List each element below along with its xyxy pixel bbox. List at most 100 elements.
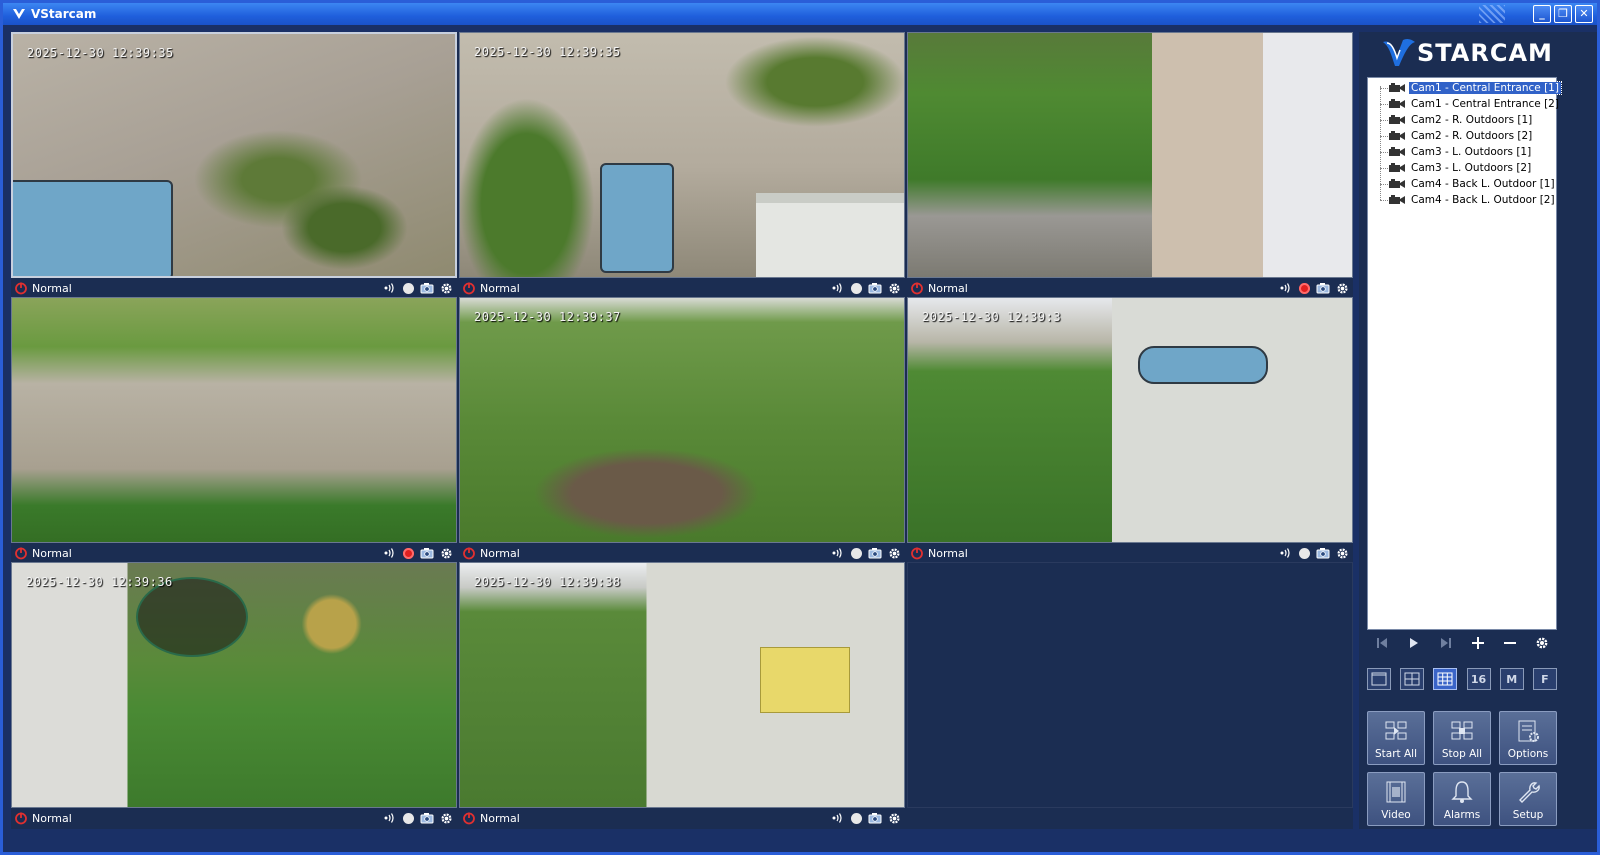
tree-item-cam3-2[interactable]: Cam3 - L. Outdoors [2] — [1380, 160, 1533, 176]
stop-all-button[interactable]: Stop All — [1433, 711, 1491, 765]
start-all-button[interactable]: Start All — [1367, 711, 1425, 765]
vstarcam-v-icon — [1383, 38, 1415, 66]
record-button[interactable] — [1297, 546, 1311, 560]
snapshot-icon[interactable] — [420, 546, 434, 560]
video-cell[interactable]: 2025-12-30 12:39:37 Normal — [459, 297, 905, 562]
gear-icon[interactable] — [439, 281, 453, 295]
record-button[interactable] — [401, 811, 415, 825]
video-feed[interactable]: 2025-12-30 12:39:3 — [907, 297, 1353, 543]
title-bar[interactable]: VStarcam _ ❐ ✕ — [3, 3, 1597, 25]
tree-item-cam3-1[interactable]: Cam3 - L. Outdoors [1] — [1380, 144, 1533, 160]
video-feed[interactable]: 2025-12-30 12:39:37 — [459, 297, 905, 543]
timestamp-overlay: 2025-12-30 12:39:37 — [474, 310, 621, 324]
video-cell[interactable]: Normal — [907, 32, 1353, 297]
audio-icon[interactable] — [830, 546, 844, 560]
tree-item-cam4-2[interactable]: Cam4 - Back L. Outdoor [2] — [1380, 192, 1557, 208]
video-cell[interactable]: Normal — [11, 297, 457, 562]
tree-item-cam1-2[interactable]: Cam1 - Central Entrance [2] — [1380, 96, 1561, 112]
gear-icon[interactable] — [1335, 281, 1349, 295]
gear-icon[interactable] — [439, 811, 453, 825]
audio-icon[interactable] — [382, 811, 396, 825]
gear-icon[interactable] — [887, 281, 901, 295]
record-button[interactable] — [1297, 281, 1311, 295]
gear-icon[interactable] — [887, 546, 901, 560]
video-cell[interactable]: 2025-12-30 12:39:35 Normal — [11, 32, 457, 297]
tree-item-cam2-2[interactable]: Cam2 - R. Outdoors [2] — [1380, 128, 1534, 144]
tree-item-cam4-1[interactable]: Cam4 - Back L. Outdoor [1] — [1380, 176, 1557, 192]
power-icon[interactable] — [14, 546, 28, 560]
add-icon[interactable] — [1469, 634, 1487, 652]
snapshot-icon[interactable] — [420, 811, 434, 825]
snapshot-icon[interactable] — [420, 281, 434, 295]
first-icon[interactable] — [1373, 634, 1391, 652]
video-cell[interactable]: 2025-12-30 12:39:35 Normal — [459, 32, 905, 297]
gear-icon[interactable] — [439, 546, 453, 560]
power-icon[interactable] — [14, 811, 28, 825]
audio-icon[interactable] — [382, 281, 396, 295]
tree-item-cam2-1[interactable]: Cam2 - R. Outdoors [1] — [1380, 112, 1534, 128]
last-icon[interactable] — [1437, 634, 1455, 652]
power-icon[interactable] — [462, 811, 476, 825]
power-icon[interactable] — [14, 281, 28, 295]
layout-4-button[interactable] — [1400, 668, 1425, 690]
video-cell[interactable]: 2025-12-30 12:39:38 Normal — [459, 562, 905, 827]
video-feed[interactable]: 2025-12-30 12:39:35 — [459, 32, 905, 278]
gear-icon[interactable] — [887, 811, 901, 825]
camera-icon — [1389, 147, 1405, 156]
video-feed[interactable] — [11, 297, 457, 543]
record-button[interactable] — [401, 281, 415, 295]
snapshot-icon[interactable] — [868, 281, 882, 295]
snapshot-icon[interactable] — [868, 811, 882, 825]
power-icon[interactable] — [910, 281, 924, 295]
power-icon[interactable] — [910, 546, 924, 560]
camera-tree[interactable]: Cam1 - Central Entrance [1] Cam1 - Centr… — [1367, 77, 1562, 630]
start-all-icon — [1385, 721, 1407, 740]
record-button[interactable] — [849, 811, 863, 825]
video-cell[interactable]: 2025-12-30 12:39:3 Normal — [907, 297, 1353, 562]
remove-icon[interactable] — [1501, 634, 1519, 652]
video-feed-empty[interactable] — [907, 562, 1353, 808]
vstarcam-logo-icon — [11, 6, 27, 22]
video-feed[interactable]: 2025-12-30 12:39:36 — [11, 562, 457, 808]
layout-m-button[interactable]: M — [1499, 668, 1524, 690]
snapshot-icon[interactable] — [1316, 281, 1330, 295]
audio-icon[interactable] — [830, 811, 844, 825]
restore-button[interactable]: ❐ — [1554, 5, 1572, 23]
camera-icon — [1389, 179, 1405, 188]
video-cell[interactable]: 2025-12-30 12:39:36 Normal — [11, 562, 457, 827]
play-icon[interactable] — [1405, 634, 1423, 652]
options-button[interactable]: Options — [1499, 711, 1557, 765]
record-button[interactable] — [849, 546, 863, 560]
layout-1-button[interactable] — [1367, 668, 1391, 690]
setup-button[interactable]: Setup — [1499, 772, 1557, 826]
right-panel: STARCAM Cam1 - Central Entrance [1] Cam1… — [1359, 32, 1597, 829]
audio-icon[interactable] — [1278, 281, 1292, 295]
power-icon[interactable] — [462, 546, 476, 560]
layout-f-button[interactable]: F — [1532, 668, 1557, 690]
snapshot-icon[interactable] — [1316, 546, 1330, 560]
audio-icon[interactable] — [830, 281, 844, 295]
gear-icon[interactable] — [1335, 546, 1349, 560]
power-icon[interactable] — [462, 281, 476, 295]
minimize-button[interactable]: _ — [1533, 5, 1551, 23]
status-text: Normal — [32, 546, 72, 560]
cell-status-bar: Normal — [459, 809, 905, 827]
tree-item-cam1-1[interactable]: Cam1 - Central Entrance [1] — [1380, 80, 1562, 96]
audio-icon[interactable] — [1278, 546, 1292, 560]
brand-logo: STARCAM — [1381, 36, 1553, 70]
video-feed[interactable]: 2025-12-30 12:39:35 — [11, 32, 457, 278]
close-button[interactable]: ✕ — [1575, 5, 1593, 23]
layout-16-button[interactable]: 16 — [1466, 668, 1491, 690]
record-button[interactable] — [401, 546, 415, 560]
snapshot-icon[interactable] — [868, 546, 882, 560]
layout-9-button[interactable] — [1433, 668, 1458, 690]
video-feed[interactable] — [907, 32, 1353, 278]
empty-video-cell[interactable] — [907, 562, 1353, 827]
video-feed[interactable]: 2025-12-30 12:39:38 — [459, 562, 905, 808]
audio-icon[interactable] — [382, 546, 396, 560]
wrench-icon — [1519, 782, 1540, 803]
alarms-button[interactable]: Alarms — [1433, 772, 1491, 826]
video-button[interactable]: Video — [1367, 772, 1425, 826]
record-button[interactable] — [849, 281, 863, 295]
settings-icon[interactable] — [1533, 634, 1551, 652]
